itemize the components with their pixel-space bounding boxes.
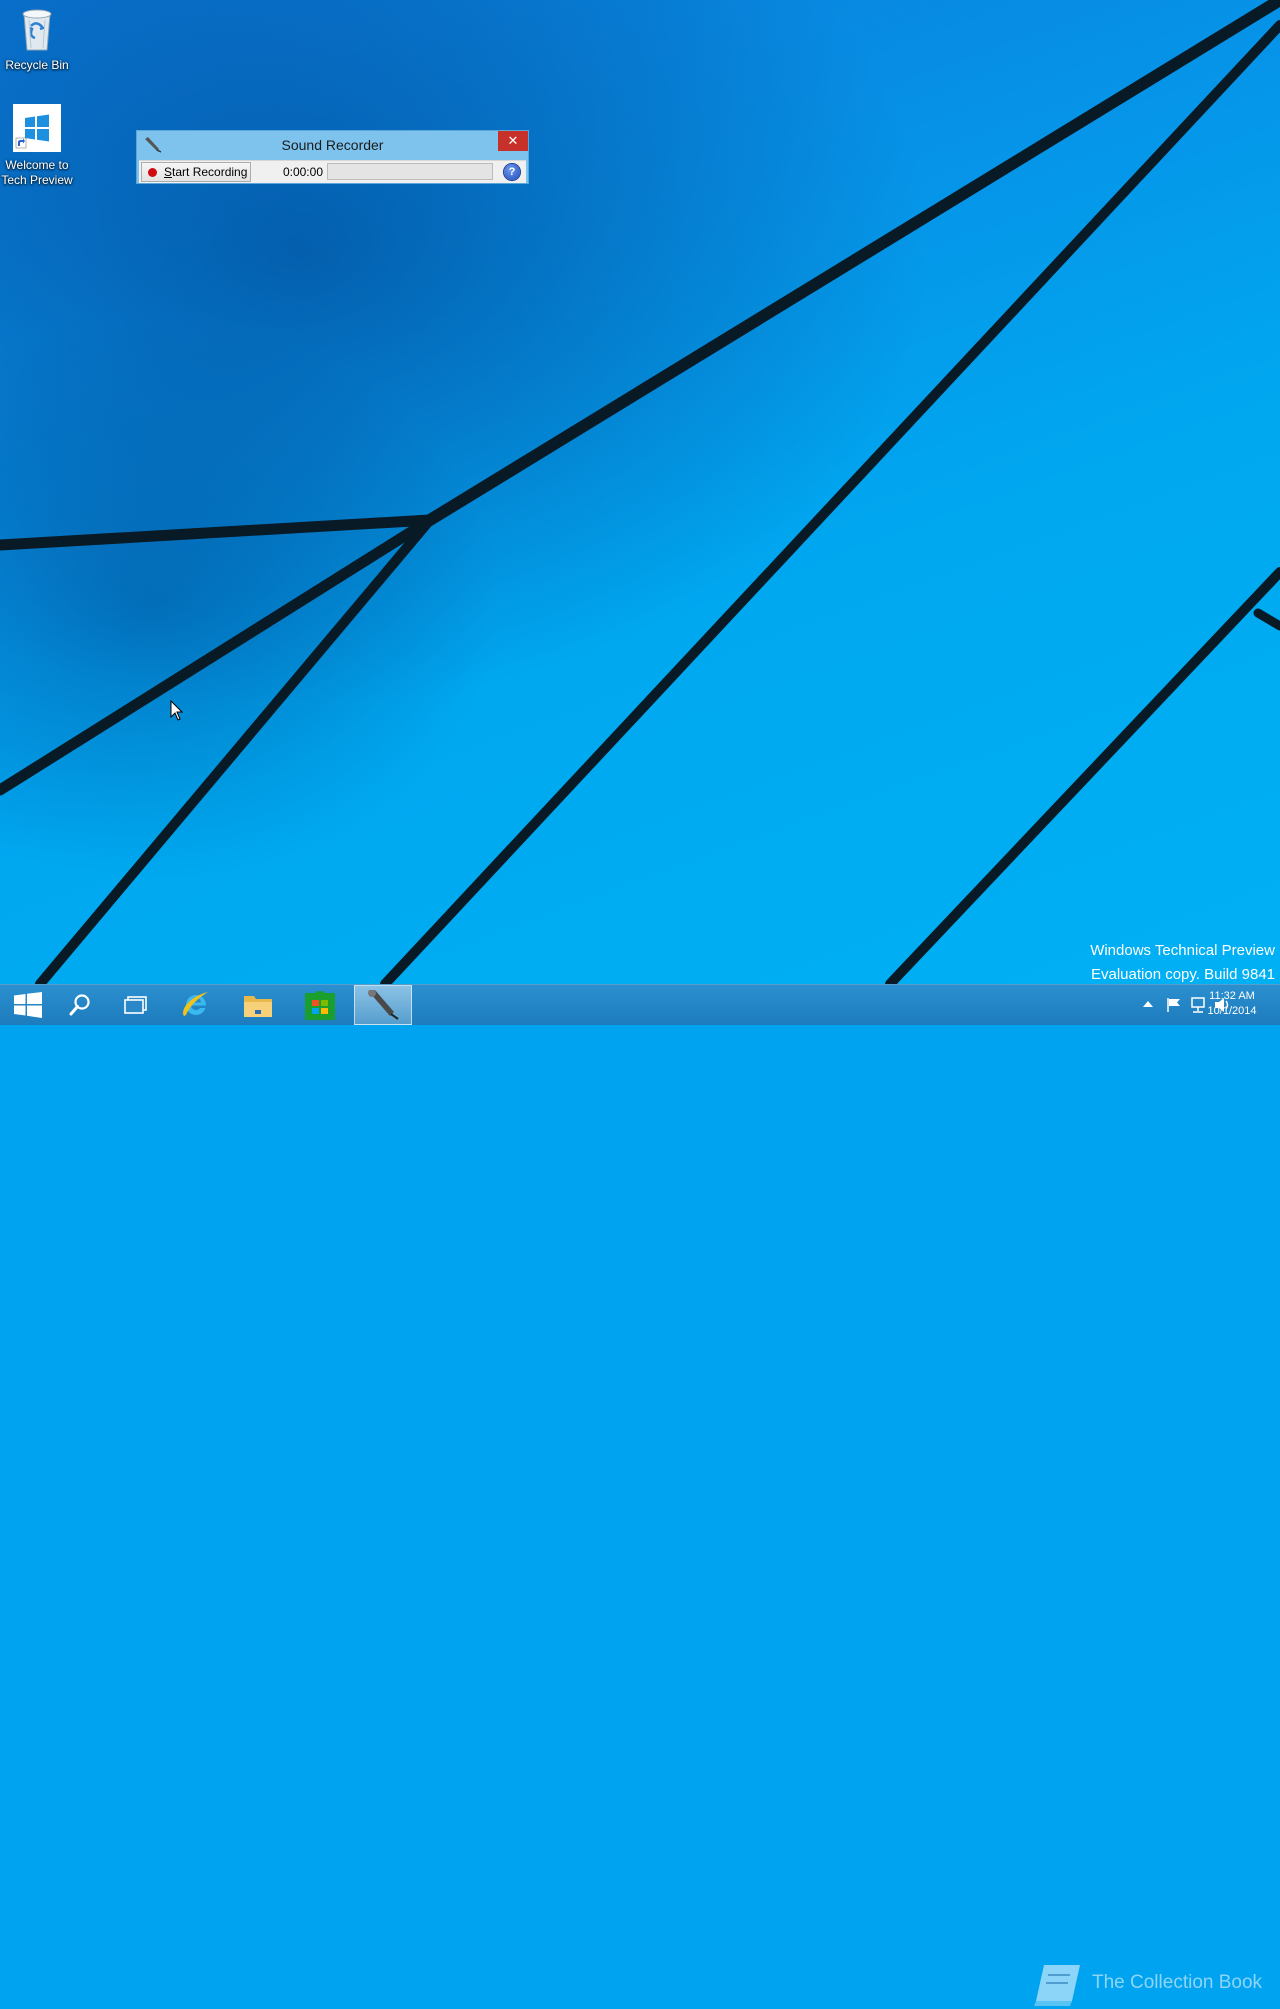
action-center-flag-icon[interactable]: [1166, 997, 1182, 1013]
audio-level-meter: [327, 163, 493, 180]
system-tray: 11:32 AM 10/1/2014: [1100, 985, 1280, 1025]
collection-book-watermark: The Collection Book: [1030, 1961, 1280, 2009]
start-icon: [14, 992, 42, 1018]
close-button[interactable]: ✕: [498, 131, 528, 151]
elapsed-time: 0:00:00: [282, 165, 323, 179]
store-button[interactable]: [292, 985, 348, 1025]
recycle-bin-label: Recycle Bin: [5, 58, 69, 72]
evaluation-watermark: Windows Technical Preview Evaluation cop…: [1090, 939, 1275, 987]
recycle-bin-shortcut[interactable]: Recycle Bin: [0, 6, 74, 73]
sound-recorder-window[interactable]: Sound Recorder ✕ Start Recording 0:00:00…: [136, 130, 529, 184]
recorder-controls: Start Recording 0:00:00 ?: [139, 160, 526, 183]
taskbar: The Collection Book 11:32 AM 10/1/2014: [0, 984, 1280, 2006]
start-recording-label: Start Recording: [164, 165, 248, 179]
windows-logo-icon: [0, 104, 74, 156]
start-recording-button[interactable]: Start Recording: [141, 162, 251, 182]
welcome-label-line1: Welcome to: [5, 158, 69, 172]
start-button[interactable]: [0, 985, 56, 1025]
book-logo-icon: [1034, 1965, 1080, 2006]
mouse-cursor-icon: [170, 700, 184, 721]
help-button[interactable]: ?: [504, 164, 520, 180]
task-view-icon: [124, 996, 147, 1014]
microphone-icon[interactable]: [144, 137, 162, 158]
clock[interactable]: 11:32 AM 10/1/2014: [1200, 989, 1264, 1019]
file-explorer-button[interactable]: [230, 985, 286, 1025]
file-explorer-icon: [244, 996, 272, 1017]
title-bar[interactable]: Sound Recorder ✕: [137, 131, 528, 157]
desktop[interactable]: Recycle Bin Welcome to Tech Preview Soun…: [0, 0, 1280, 984]
search-button[interactable]: [52, 985, 108, 1025]
internet-explorer-button[interactable]: [168, 985, 224, 1025]
welcome-label-line2: Tech Preview: [1, 173, 73, 187]
task-view-button[interactable]: [108, 985, 164, 1025]
watermark-line1: Windows Technical Preview: [1090, 942, 1275, 959]
recycle-bin-icon: [0, 6, 74, 56]
record-dot-icon: [148, 168, 157, 177]
sound-recorder-taskbar-button[interactable]: [354, 985, 412, 1025]
clock-time: 11:32 AM: [1209, 990, 1255, 1002]
collection-book-text: The Collection Book: [1092, 1972, 1263, 1993]
show-hidden-icons-icon[interactable]: [1142, 999, 1154, 1009]
internet-explorer-icon: [183, 992, 208, 1016]
welcome-tech-preview-shortcut[interactable]: Welcome to Tech Preview: [0, 104, 74, 188]
store-icon: [305, 990, 335, 1020]
sound-recorder-icon: [368, 990, 399, 1020]
clock-date: 10/1/2014: [1207, 1005, 1257, 1017]
window-title: Sound Recorder: [281, 137, 384, 153]
search-icon: [69, 994, 90, 1016]
